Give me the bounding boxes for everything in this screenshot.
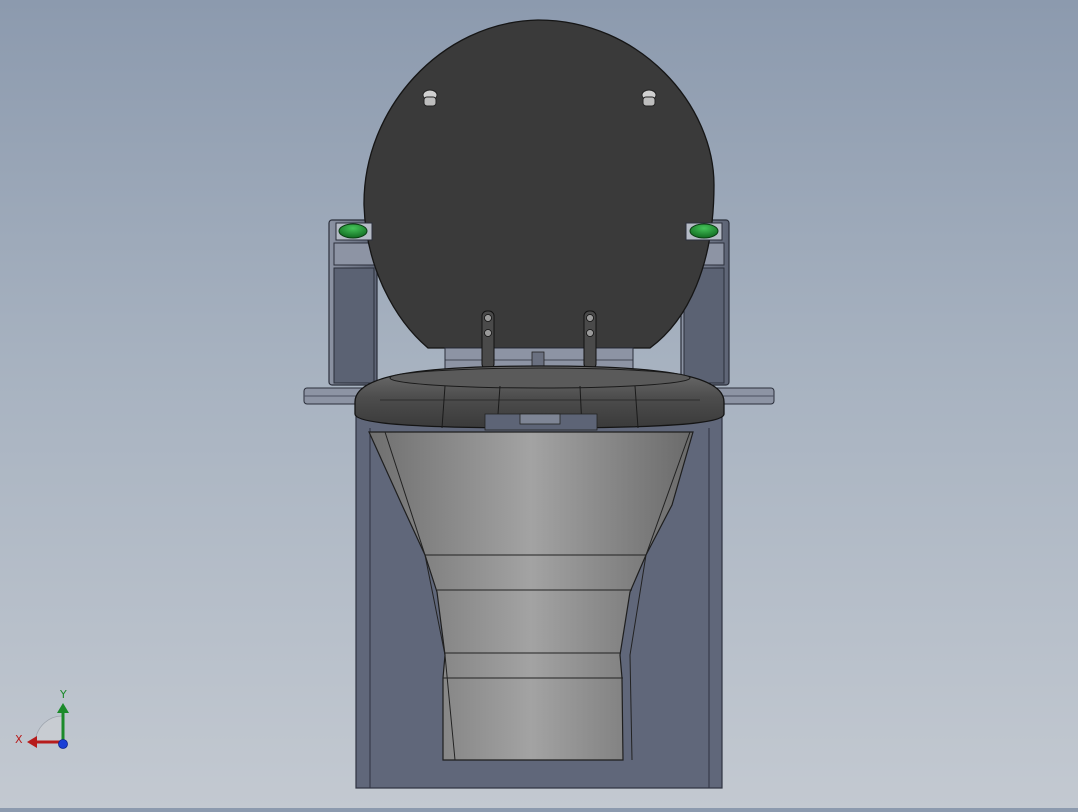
- indicator-lamp-left: [335, 222, 373, 241]
- toilet-model-view[interactable]: [0, 0, 1078, 808]
- z-axis-dot-icon: [58, 739, 68, 749]
- toilet-lid: [363, 19, 715, 371]
- triad-plane-icon: [34, 715, 63, 743]
- hinge-bracket-right: [583, 310, 597, 370]
- hinge-bracket-left: [481, 310, 495, 370]
- lid-bumper-left: [422, 89, 438, 107]
- cad-graphics-viewport[interactable]: X Y: [0, 0, 1078, 808]
- reference-triad: [27, 703, 69, 749]
- triad-y-label: Y: [60, 688, 67, 701]
- indicator-lamp-right: [685, 222, 723, 241]
- triad-x-label: X: [15, 733, 23, 746]
- toilet-seat: [354, 365, 725, 431]
- lid-bumper-right: [641, 89, 657, 107]
